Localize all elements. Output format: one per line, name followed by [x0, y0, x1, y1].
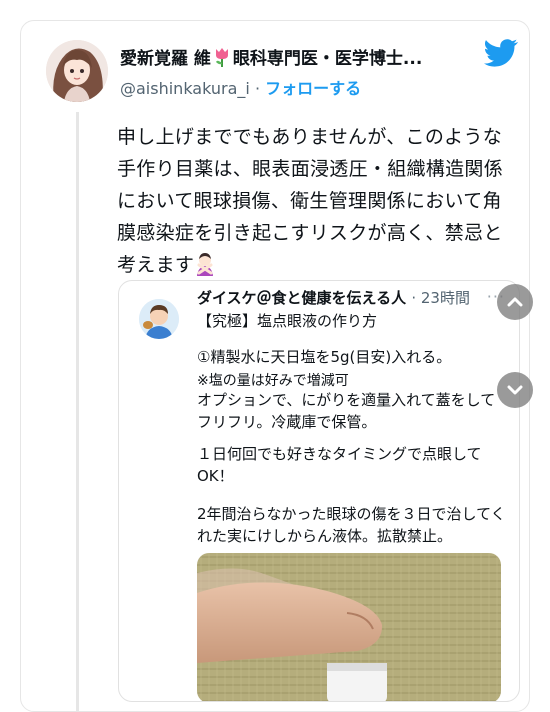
quoted-title: 【究極】塩点眼液の作り方 — [197, 312, 378, 330]
author-avatar[interactable] — [46, 40, 108, 102]
quoted-author-line: ダイスケ＠食と健康を伝える人 · 23時間 — [197, 287, 470, 308]
author-handle[interactable]: @aishinkakura_i — [120, 79, 250, 98]
scroll-down-button[interactable] — [497, 372, 533, 408]
scroll-up-button[interactable] — [497, 284, 533, 320]
chevron-down-icon — [507, 385, 523, 395]
author-name[interactable]: 愛新覚羅 維 眼科専門医・医学博士... — [120, 44, 470, 72]
tweet-text: 申し上げまででもありませんが、このような手作り目薬は、眼表面浸透圧・組織構造関係… — [117, 121, 517, 286]
quoted-author-avatar[interactable] — [139, 299, 179, 339]
quoted-line-1: ①精製水に天日塩を5g(目安)入れる。 — [197, 348, 452, 366]
follow-button[interactable]: フォローする — [265, 79, 361, 98]
handle-separator: · — [254, 79, 261, 98]
quoted-author-name[interactable]: ダイスケ＠食と健康を伝える人 — [197, 289, 406, 307]
tulip-emoji-icon — [213, 47, 231, 72]
quoted-tweet[interactable]: ダイスケ＠食と健康を伝える人 · 23時間 ··· 【究極】塩点眼液の作り方 ①… — [118, 280, 520, 702]
quoted-line-3: オプションで、にがりを適量入れて蓋をしてフリフリ。冷蔵庫で保管。 — [197, 391, 496, 431]
author-name-suffix: 眼科専門医・医学博士... — [232, 49, 423, 69]
twitter-bird-icon[interactable] — [484, 38, 518, 68]
quoted-line-5: １日何回でも好きなタイミングで点眼してOK！ — [197, 445, 482, 485]
author-name-prefix: 愛新覚羅 維 — [120, 49, 211, 69]
chevron-up-icon — [507, 297, 523, 307]
handle-row: @aishinkakura_i · フォローする — [120, 75, 361, 99]
quoted-photo[interactable] — [197, 553, 501, 701]
thread-line — [76, 112, 79, 712]
quoted-line-7: 2年間治らなかった眼球の傷を３日で治してくれた実にけしからん液体。拡散禁止。 — [197, 505, 506, 545]
quoted-timestamp[interactable]: · 23時間 — [411, 289, 470, 307]
tweet-body: 申し上げまででもありませんが、このような手作り目薬は、眼表面浸透圧・組織構造関係… — [117, 126, 504, 276]
